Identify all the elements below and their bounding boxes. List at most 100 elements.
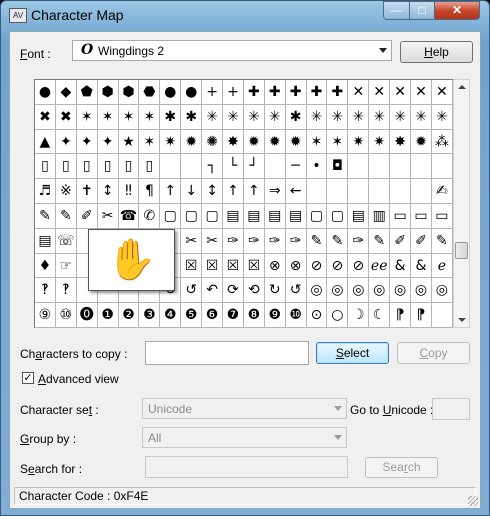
character-cell[interactable]: ✷ [369,129,391,155]
character-cell[interactable]: ✹ [264,129,286,155]
character-cell[interactable]: ⁋ [411,303,432,328]
character-cell[interactable]: ✶ [139,129,161,155]
character-cell[interactable]: ✑ [223,228,244,254]
character-cell[interactable]: ✎ [306,228,328,254]
character-cell[interactable]: ✶ [327,129,349,155]
character-set-dropdown[interactable]: Unicode [142,398,347,419]
character-cell[interactable]: ✦ [76,129,98,155]
character-cell[interactable]: ↑ [223,179,244,204]
character-cell[interactable]: ✝ [76,179,98,204]
character-cell[interactable]: ↶ [202,278,224,304]
character-cell[interactable]: ⊗ [264,253,286,279]
character-cell[interactable]: + [223,80,244,105]
character-cell[interactable]: ✕ [431,80,453,105]
character-cell[interactable]: ▢ [327,203,349,229]
close-button[interactable]: ✕ [434,1,480,20]
title-bar[interactable]: AV Character Map — □ ✕ [1,1,489,29]
character-cell[interactable]: ✂ [97,203,119,229]
character-cell[interactable]: ✳ [243,104,265,130]
character-cell[interactable]: ☾ [369,303,391,328]
character-cell[interactable]: ● [160,80,182,105]
maximize-button[interactable]: □ [409,1,435,20]
help-button[interactable]: Help [400,41,473,63]
scroll-up-icon[interactable] [458,85,466,89]
character-cell[interactable]: ✑ [264,228,286,254]
character-cell[interactable]: + [202,80,224,105]
character-cell[interactable]: ▯ [76,154,98,180]
character-cell[interactable]: ▭ [411,203,432,229]
character-cell[interactable]: ✳ [369,104,391,130]
character-cell[interactable]: ▲ [35,129,56,155]
character-cell[interactable]: ▢ [181,203,203,229]
character-cell[interactable]: ⬢ [97,80,119,105]
character-cell[interactable]: ❺ [181,303,203,328]
character-cell[interactable]: ✳ [306,104,328,130]
character-cell[interactable]: ⁂ [431,129,453,155]
character-cell[interactable]: ✶ [139,104,161,130]
character-cell[interactable] [431,303,453,328]
character-cell[interactable]: ✳ [390,104,412,130]
character-cell[interactable]: ● [35,80,56,105]
character-cell[interactable]: ◎ [327,278,349,304]
character-cell[interactable]: ▤ [264,203,286,229]
character-cell[interactable]: ✶ [306,129,328,155]
character-cell[interactable]: ☎ [118,203,140,229]
character-cell[interactable]: ← [285,179,307,204]
character-cell[interactable]: ⟲ [243,278,265,304]
character-cell[interactable] [327,179,349,204]
character-cell[interactable]: ❸ [139,303,161,328]
character-cell[interactable]: & [411,253,432,279]
character-cell[interactable]: ✳ [348,104,370,130]
character-cell[interactable]: ℯ [431,253,453,279]
character-cell[interactable]: ● [181,80,203,105]
character-cell[interactable]: ↕ [97,179,119,204]
character-cell[interactable]: ✕ [390,80,412,105]
character-cell[interactable]: ✎ [431,228,453,254]
character-cell[interactable]: ✚ [285,80,307,105]
character-cell[interactable]: & [390,253,412,279]
character-cell[interactable]: ⁋ [390,303,412,328]
character-cell[interactable]: ⊗ [285,253,307,279]
character-cell[interactable]: ✚ [264,80,286,105]
character-cell[interactable]: ✑ [285,228,307,254]
character-cell[interactable]: ▤ [348,203,370,229]
character-cell[interactable]: ✖ [35,104,56,130]
character-cell[interactable]: ✎ [327,228,349,254]
character-cell[interactable]: ▭ [390,203,412,229]
character-cell[interactable]: ✖ [55,104,77,130]
character-cell[interactable]: ▯ [97,154,119,180]
character-cell[interactable]: ↑ [243,179,265,204]
character-cell[interactable]: ◎ [306,278,328,304]
scroll-thumb[interactable] [455,242,468,259]
character-cell[interactable]: ▯ [139,154,161,180]
search-input[interactable] [145,456,348,478]
character-cell[interactable]: ✶ [118,104,140,130]
character-cell[interactable]: ℯℯ [369,253,391,279]
character-cell[interactable]: ☏ [55,228,77,254]
character-cell[interactable]: ✸ [223,129,244,155]
character-cell[interactable]: ★ [118,129,140,155]
character-cell[interactable] [390,154,412,180]
character-cell[interactable]: ❻ [202,303,224,328]
character-cell[interactable]: ✳ [264,104,286,130]
character-cell[interactable] [411,154,432,180]
character-cell[interactable]: ✐ [390,228,412,254]
character-cell[interactable]: ▤ [223,203,244,229]
character-cell[interactable]: ✂ [202,228,224,254]
character-cell[interactable]: • [306,154,328,180]
character-cell[interactable] [431,154,453,180]
character-cell[interactable] [369,179,391,204]
search-button[interactable]: Search [365,457,438,478]
character-cell[interactable]: ┘ [243,154,265,180]
character-cell[interactable]: ✐ [76,203,98,229]
character-cell[interactable]: ✂ [181,228,203,254]
character-cell[interactable] [348,179,370,204]
character-cell[interactable]: ⬟ [76,80,98,105]
character-cell[interactable]: ◎ [431,278,453,304]
character-cell[interactable]: ✎ [35,203,56,229]
character-cell[interactable]: ↓ [181,179,203,204]
character-cell[interactable]: ✐ [411,228,432,254]
character-cell[interactable]: ✚ [243,80,265,105]
character-cell[interactable]: ✑ [348,228,370,254]
character-cell[interactable]: ✹ [243,129,265,155]
